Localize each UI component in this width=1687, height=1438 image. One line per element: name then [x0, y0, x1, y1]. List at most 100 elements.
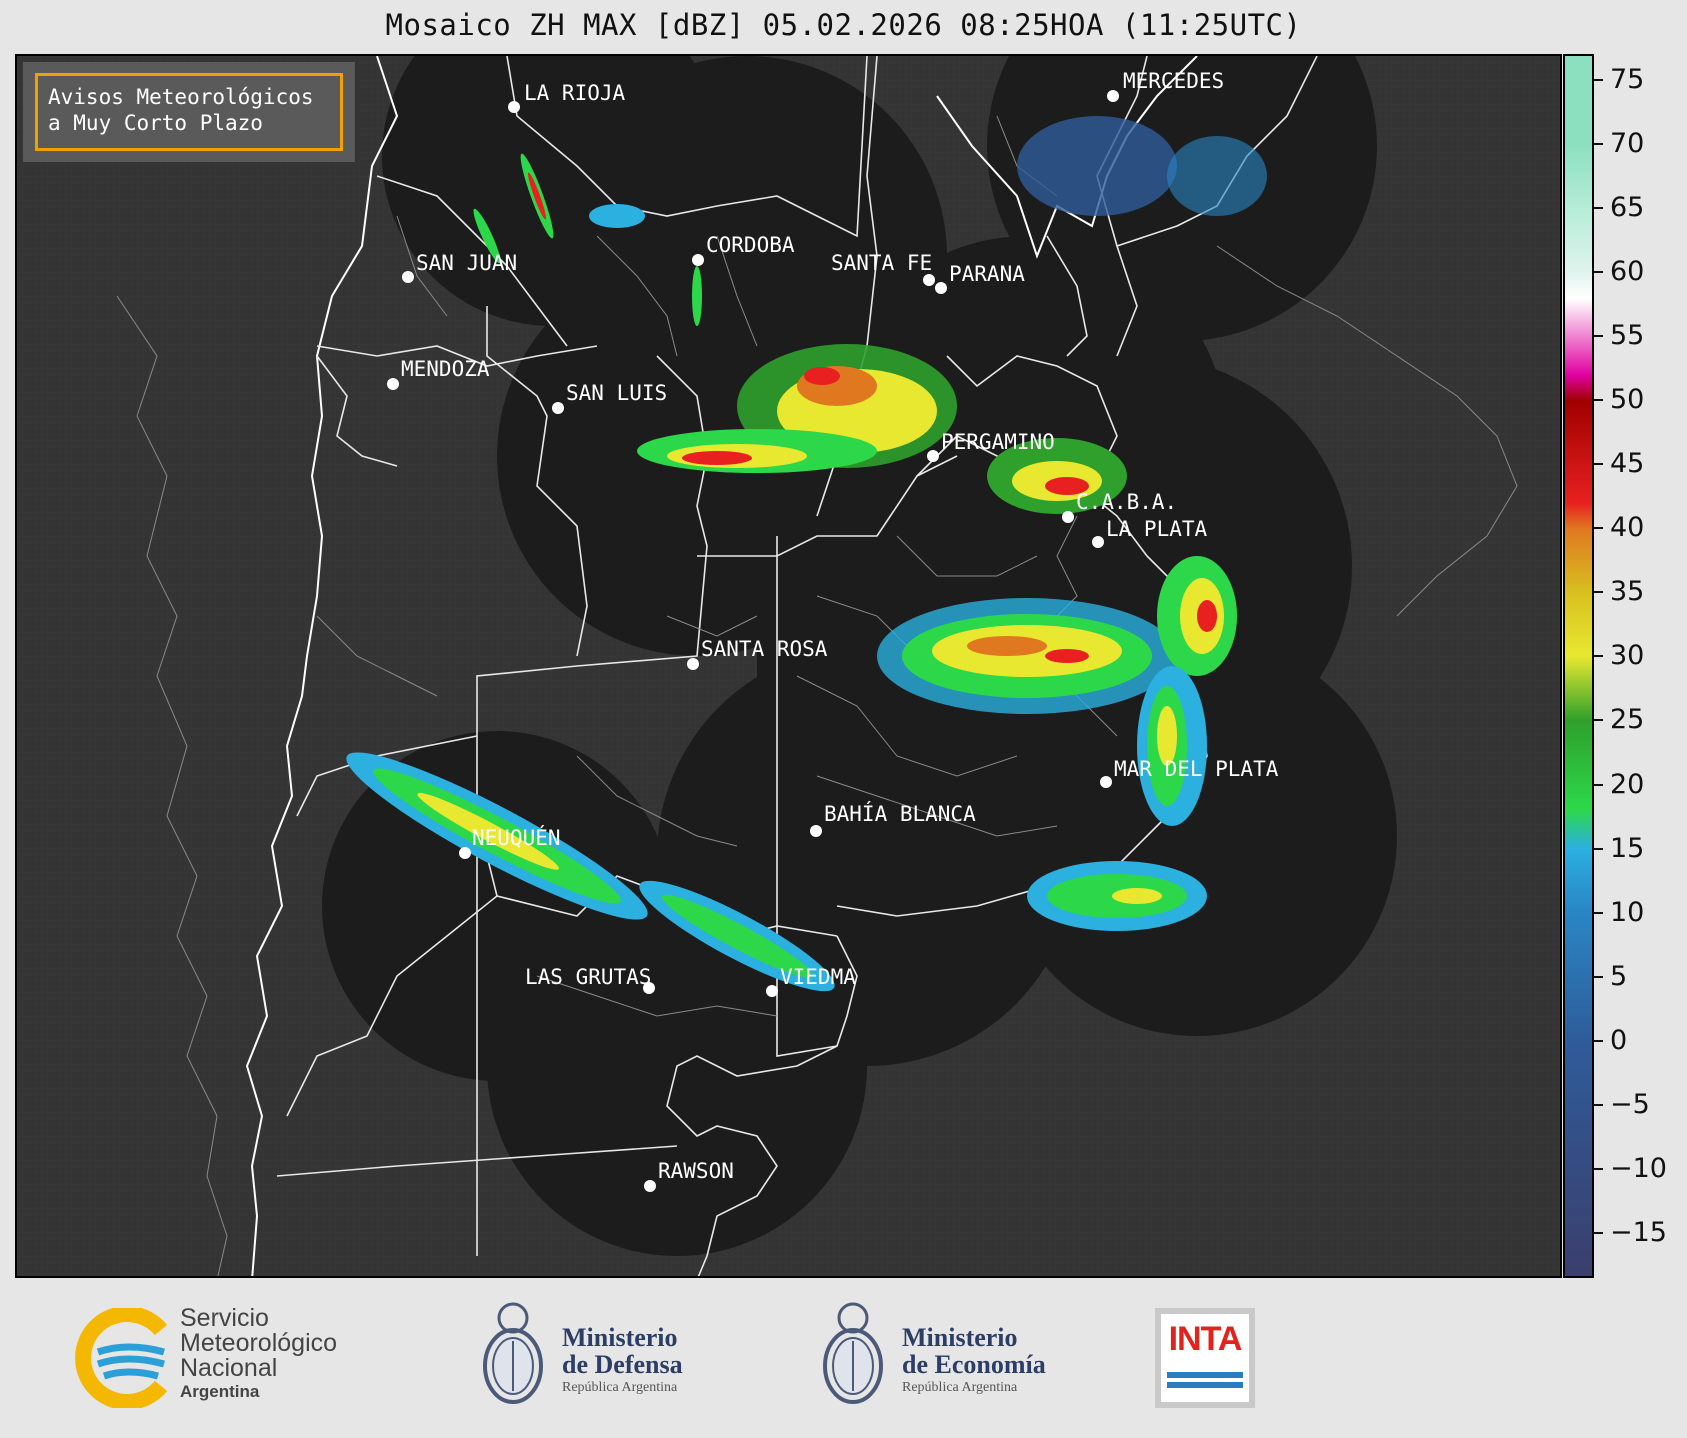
colorbar-tick-text: −15 [1610, 1217, 1667, 1249]
defensa-logo: Ministerio de Defensa República Argentin… [478, 1296, 738, 1416]
city-label: C.A.B.A. [1076, 490, 1177, 514]
colorbar-tick-label: 55 [1593, 319, 1645, 352]
colorbar-tick-text: −5 [1610, 1088, 1650, 1120]
city-label: PARANA [949, 262, 1025, 286]
economia-line1: Ministerio [902, 1323, 1018, 1352]
colorbar-ticks: 75 70 65 60 55 50 45 40 35 30 25 20 15 10 5 0 −5 −10 −15 [1593, 54, 1687, 1278]
inta-wordmark: INTA [1168, 1320, 1243, 1358]
colorbar-tick-label: −15 [1594, 1217, 1667, 1249]
smn-logo: Servicio Meteorológico Nacional Argentin… [66, 1304, 406, 1410]
colorbar-tick-label: 0 [1593, 1024, 1628, 1057]
footer-logos: Servicio Meteorológico Nacional Argentin… [0, 1278, 1687, 1438]
echo-buenos-aires-band [877, 598, 1177, 714]
city-marker-viedma [766, 985, 778, 997]
colorbar-tick-text: 65 [1610, 191, 1645, 223]
colorbar-tick-text: 60 [1610, 255, 1645, 287]
colorbar-tick-label: 40 [1593, 512, 1645, 544]
city-label: MERCEDES [1123, 69, 1224, 93]
colorbar-tick-label: 65 [1593, 191, 1645, 224]
colorbar-tick-text: 75 [1610, 63, 1645, 95]
city-label: LAS GRUTAS [525, 965, 651, 989]
colorbar-tick-text: 0 [1610, 1024, 1628, 1056]
colorbar-tick-label: 20 [1593, 768, 1645, 801]
defensa-line1: Ministerio [562, 1323, 678, 1352]
city-label: MENDOZA [401, 357, 490, 381]
city-marker-san-luis [552, 402, 564, 414]
colorbar-tick-label: 10 [1593, 896, 1645, 929]
colorbar-tick-text: 25 [1610, 704, 1645, 736]
colorbar-tick-text: 70 [1610, 127, 1645, 159]
colorbar-tick-label: −10 [1594, 1153, 1667, 1185]
colorbar-tick-label: 35 [1593, 576, 1645, 608]
city-marker-cordoba [692, 254, 704, 266]
city-marker-mendoza [387, 378, 399, 390]
colorbar-tick-text: 50 [1610, 384, 1645, 416]
colorbar-tick-text: 45 [1610, 448, 1645, 480]
city-marker-neuquen [459, 847, 471, 859]
city-label: NEUQUÉN [472, 825, 561, 850]
smn-emblem-icon [75, 1306, 168, 1410]
colorbar-tick-label: 15 [1593, 832, 1645, 865]
city-label: RAWSON [658, 1159, 734, 1183]
colorbar-tick-label: 5 [1593, 961, 1627, 993]
colorbar-tick-text: 40 [1610, 512, 1645, 544]
city-label: LA PLATA [1106, 517, 1208, 541]
city-label: SAN JUAN [416, 251, 517, 275]
warnings-link-line1: Avisos Meteorológicos [48, 85, 314, 109]
smn-line3: Nacional [180, 1354, 278, 1382]
economia-line2: de Economía [902, 1350, 1046, 1379]
city-marker-mar-del-plata [1100, 776, 1112, 788]
reflectivity-colorbar [1563, 54, 1594, 1278]
map-title: Mosaico ZH MAX [dBZ] 05.02.2026 08:25HOA… [385, 8, 1302, 42]
smn-line1: Servicio [180, 1304, 269, 1332]
city-marker-bahia-blanca [810, 825, 822, 837]
warnings-link-box[interactable]: Avisos Meteorológicos a Muy Corto Plazo [23, 62, 355, 162]
city-label: MAR DEL PLATA [1114, 757, 1279, 781]
coat-of-arms-icon [483, 1302, 543, 1404]
colorbar-tick-text: 10 [1610, 896, 1645, 928]
city-marker-rawson [644, 1180, 656, 1192]
city-label: CORDOBA [706, 233, 795, 257]
city-label: SAN LUIS [566, 381, 667, 405]
city-label: PERGAMINO [941, 430, 1055, 454]
coat-of-arms-icon [823, 1302, 883, 1404]
colorbar-tick-text: −10 [1610, 1153, 1667, 1185]
colorbar-tick-label: 25 [1593, 704, 1645, 736]
colorbar-tick-label: 30 [1593, 640, 1644, 672]
colorbar-tick-text: 20 [1610, 768, 1645, 800]
city-marker-caba [1062, 511, 1074, 523]
warnings-link-line2: a Muy Corto Plazo [48, 111, 263, 135]
inta-logo: INTA [1155, 1308, 1255, 1408]
defensa-line2: de Defensa [562, 1350, 683, 1379]
colorbar-tick-label: 75 [1593, 63, 1645, 96]
city-marker-pergamino [927, 450, 939, 462]
economia-logo: Ministerio de Economía República Argenti… [818, 1296, 1078, 1416]
city-marker-santa-rosa [687, 658, 699, 670]
radar-map-canvas: LA RIOJA MERCEDES CORDOBA SAN JUAN SANTA… [17, 56, 1560, 1276]
warnings-link-frame[interactable]: Avisos Meteorológicos a Muy Corto Plazo [35, 73, 343, 151]
colorbar-tick-text: 55 [1610, 319, 1645, 351]
colorbar-tick-label: 45 [1593, 448, 1645, 480]
defensa-line3: República Argentina [562, 1380, 678, 1395]
colorbar-tick-label: −5 [1594, 1088, 1650, 1121]
city-marker-la-rioja [508, 101, 520, 113]
city-label: LA RIOJA [524, 81, 626, 105]
city-marker-parana [935, 282, 947, 294]
smn-line2: Meteorológico [180, 1329, 338, 1357]
colorbar-tick-label: 60 [1593, 255, 1645, 288]
city-marker-mercedes [1107, 90, 1119, 102]
city-label: VIEDMA [780, 965, 856, 989]
city-marker-la-plata [1092, 536, 1104, 548]
echo-la-plata-cluster [1157, 556, 1237, 676]
colorbar-tick-text: 15 [1610, 832, 1645, 864]
economia-line3: República Argentina [902, 1380, 1018, 1395]
smn-line4: Argentina [180, 1382, 260, 1401]
city-label: SANTA FE [831, 251, 932, 275]
colorbar-tick-text: 35 [1610, 576, 1645, 608]
city-marker-san-juan [402, 271, 414, 283]
colorbar-tick-label: 50 [1593, 384, 1645, 416]
city-label: BAHÍA BLANCA [824, 801, 976, 826]
radar-map[interactable]: LA RIOJA MERCEDES CORDOBA SAN JUAN SANTA… [15, 54, 1562, 1278]
city-marker-santa-fe [923, 274, 935, 286]
colorbar-tick-label: 70 [1593, 127, 1645, 160]
